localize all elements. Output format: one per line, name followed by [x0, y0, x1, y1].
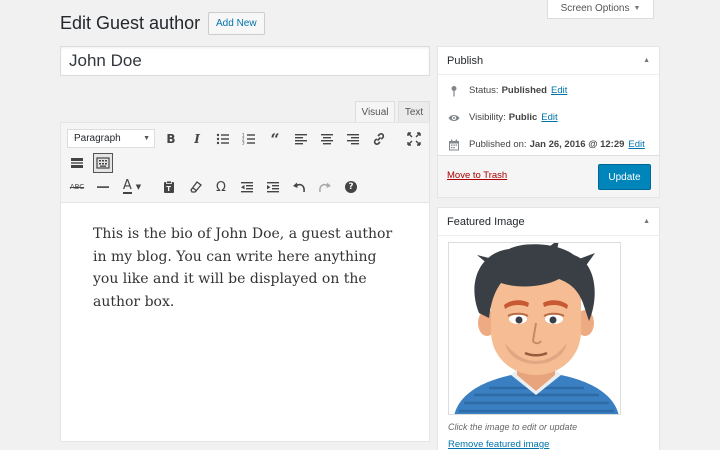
calendar-icon — [447, 138, 461, 152]
help-label: ? — [345, 181, 357, 193]
published-value: Jan 26, 2016 @ 12:29 — [529, 139, 625, 150]
align-right-icon[interactable] — [343, 129, 363, 149]
update-button[interactable]: Update — [598, 164, 651, 190]
published-on-row: Published on: Jan 26, 2016 @ 12:29 Edit — [438, 131, 659, 158]
read-more-icon[interactable] — [67, 153, 87, 173]
chevron-down-icon: ▼ — [135, 183, 142, 191]
featured-image-heading: Featured Image — [447, 215, 525, 228]
edit-visibility-link[interactable]: Edit — [541, 112, 557, 123]
move-to-trash-link[interactable]: Move to Trash — [447, 170, 507, 181]
italic-icon[interactable]: I — [187, 129, 207, 149]
chevron-down-icon: ▼ — [633, 5, 641, 12]
bullet-list-icon[interactable] — [213, 129, 233, 149]
status-value: Published — [501, 85, 547, 96]
edit-date-link[interactable]: Edit — [628, 139, 644, 150]
text-color-icon[interactable]: A ▼ — [119, 177, 145, 197]
indent-icon[interactable] — [263, 177, 283, 197]
fullscreen-icon[interactable] — [404, 129, 424, 149]
publish-heading: Publish — [447, 54, 484, 67]
tab-text[interactable]: Text — [398, 101, 430, 123]
toolbar-toggle-icon[interactable] — [93, 153, 113, 173]
status-row: Status: Published Edit — [438, 77, 659, 104]
add-new-button[interactable]: Add New — [208, 12, 265, 35]
publish-box: Publish ▲ Status: Published Edit Visibil… — [437, 46, 660, 198]
edit-status-link[interactable]: Edit — [551, 85, 567, 96]
special-character-icon[interactable]: Ω — [211, 177, 231, 197]
blockquote-icon[interactable]: “ — [265, 129, 285, 149]
svg-text:T: T — [166, 185, 171, 193]
post-title-input[interactable] — [60, 46, 430, 76]
featured-image-header[interactable]: Featured Image ▲ — [438, 208, 659, 236]
collapse-icon[interactable]: ▲ — [643, 218, 650, 225]
editor-toolbar: Paragraph ▼ B I 123 “ ABC A ▼ T Ω ? — [61, 123, 429, 203]
visibility-row: Visibility: Public Edit — [438, 104, 659, 131]
screen-options-label: Screen Options — [560, 3, 630, 14]
featured-image-note: Click the image to edit or update — [448, 422, 578, 432]
publish-header[interactable]: Publish ▲ — [438, 47, 659, 75]
visibility-value: Public — [508, 112, 538, 123]
align-center-icon[interactable] — [317, 129, 337, 149]
text-color-label: A — [122, 178, 132, 194]
eye-icon — [447, 111, 461, 125]
paste-as-text-icon[interactable]: T — [159, 177, 179, 197]
strikethrough-icon[interactable]: ABC — [67, 177, 87, 197]
cartoon-man-avatar — [449, 243, 620, 414]
screen-options-button[interactable]: Screen Options ▼ — [547, 0, 654, 19]
status-label: Status: — [469, 85, 499, 96]
clear-formatting-icon[interactable] — [185, 177, 205, 197]
featured-image-box: Featured Image ▲ Click the image to edit… — [437, 207, 660, 450]
horizontal-rule-icon[interactable] — [93, 177, 113, 197]
link-icon[interactable] — [369, 129, 389, 149]
featured-image[interactable] — [448, 242, 621, 415]
collapse-icon[interactable]: ▲ — [643, 57, 650, 64]
visibility-label: Visibility: — [469, 112, 506, 123]
numbered-list-icon[interactable]: 123 — [239, 129, 259, 149]
undo-icon[interactable] — [289, 177, 309, 197]
redo-icon[interactable] — [315, 177, 335, 197]
tab-visual[interactable]: Visual — [355, 101, 395, 123]
published-label: Published on: — [469, 139, 527, 150]
outdent-icon[interactable] — [237, 177, 257, 197]
format-select[interactable]: Paragraph ▼ — [67, 129, 155, 148]
bold-icon[interactable]: B — [161, 129, 181, 149]
align-left-icon[interactable] — [291, 129, 311, 149]
format-select-value: Paragraph — [74, 133, 121, 144]
content-editor: Paragraph ▼ B I 123 “ ABC A ▼ T Ω ? This… — [60, 122, 430, 442]
remove-featured-image-link[interactable]: Remove featured image — [448, 439, 549, 450]
chevron-down-icon: ▼ — [143, 135, 150, 142]
pin-icon — [447, 84, 461, 98]
publish-actions: Move to Trash Update — [438, 155, 659, 197]
page-title: Edit Guest author — [60, 13, 201, 33]
editor-content[interactable]: This is the bio of John Doe, a guest aut… — [61, 203, 429, 333]
help-icon[interactable]: ? — [341, 177, 361, 197]
svg-text:3: 3 — [242, 141, 245, 146]
